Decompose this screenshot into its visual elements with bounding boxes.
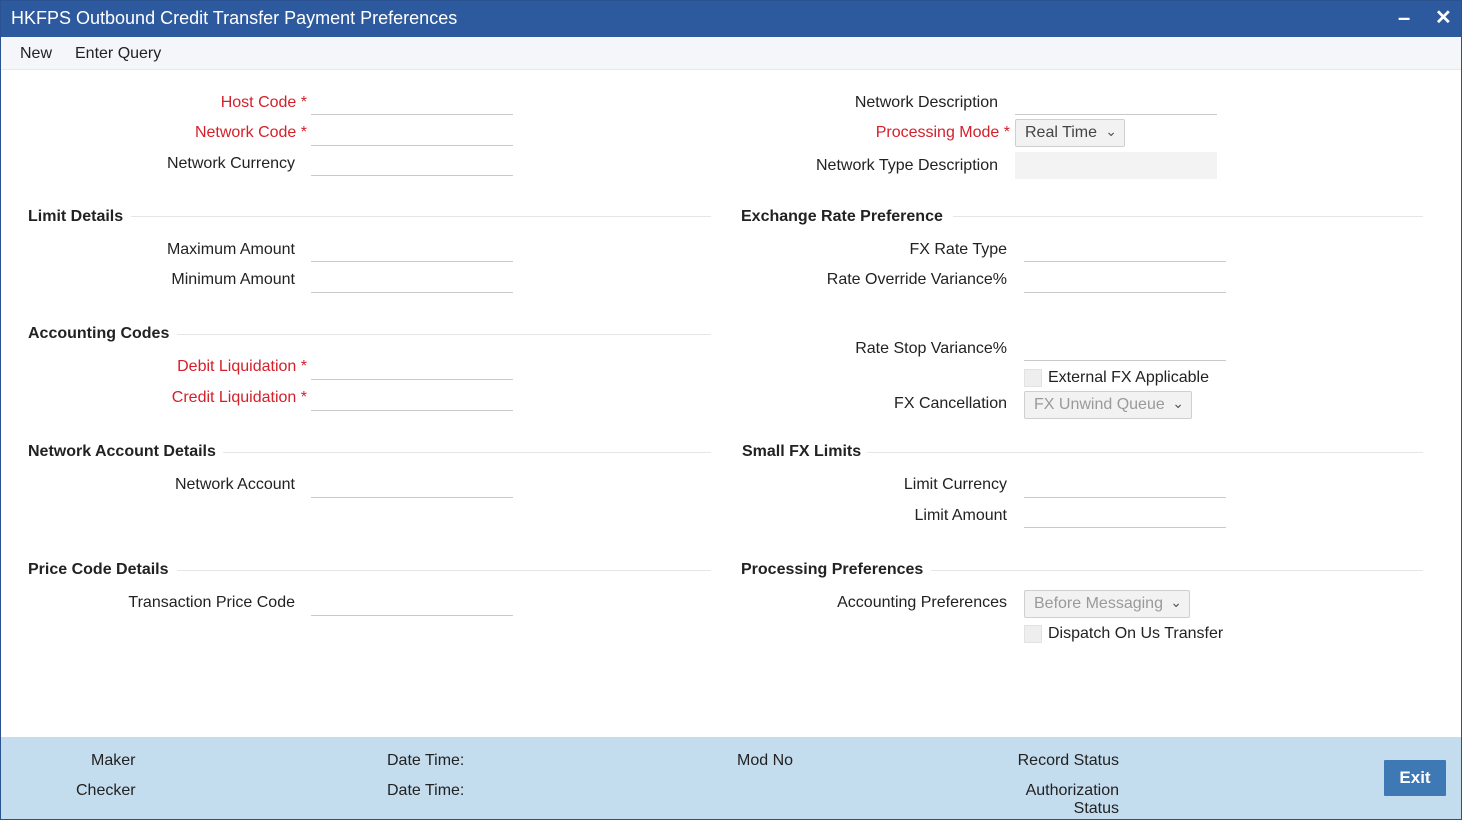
section-small-fx-limits: Small FX Limits <box>742 443 862 460</box>
external-fx-applicable-checkbox[interactable] <box>1024 369 1042 387</box>
section-exchange-rate-preference: Exchange Rate Preference <box>741 208 943 225</box>
rate-stop-variance-label: Rate Stop Variance% <box>855 340 1007 357</box>
network-code-input[interactable] <box>311 122 513 146</box>
limit-currency-label: Limit Currency <box>903 476 1007 493</box>
network-description-input[interactable] <box>1015 91 1217 115</box>
section-price-code-details: Price Code Details <box>28 561 169 578</box>
window-title: HKFPS Outbound Credit Transfer Payment P… <box>11 8 458 28</box>
accounting-preferences-value: Before Messaging <box>1034 595 1163 612</box>
menu-new[interactable]: New <box>20 45 52 63</box>
network-type-description-input <box>1015 152 1217 179</box>
mod-no-label: Mod No <box>737 752 794 769</box>
maximum-amount-input[interactable] <box>311 238 513 262</box>
host-code-label: Host Code * <box>220 94 307 111</box>
divider <box>223 452 711 453</box>
audit-footer: Maker Checker Date Time: Date Time: Mod … <box>1 737 1461 819</box>
transaction-price-code-label: Transaction Price Code <box>128 594 295 611</box>
chevron-down-icon: ⌄ <box>1105 123 1117 139</box>
chevron-down-icon: ⌄ <box>1172 395 1184 411</box>
record-status-label: Record Status <box>1017 752 1119 769</box>
debit-liquidation-input[interactable] <box>311 356 513 380</box>
maximum-amount-label: Maximum Amount <box>166 241 295 258</box>
exit-button[interactable]: Exit <box>1384 760 1446 796</box>
network-description-label: Network Description <box>854 94 998 111</box>
authorization-status-label-line1: Authorization <box>1025 782 1119 799</box>
credit-liquidation-input[interactable] <box>311 387 513 411</box>
divider <box>953 216 1423 217</box>
debit-liquidation-label: Debit Liquidation * <box>177 358 307 375</box>
minimize-icon[interactable]: – <box>1398 5 1410 31</box>
network-account-label: Network Account <box>174 476 295 493</box>
fx-cancellation-value: FX Unwind Queue <box>1034 396 1165 413</box>
rate-override-variance-label: Rate Override Variance% <box>826 271 1007 288</box>
external-fx-applicable-label: External FX Applicable <box>1048 369 1209 386</box>
fx-cancellation-label: FX Cancellation <box>894 395 1007 412</box>
maker-date-time-label: Date Time: <box>387 752 465 769</box>
minimum-amount-input[interactable] <box>311 269 513 293</box>
limit-currency-input[interactable] <box>1024 474 1226 498</box>
fx-rate-type-input[interactable] <box>1024 238 1226 262</box>
dispatch-on-us-transfer-checkbox[interactable] <box>1024 625 1042 643</box>
checker-date-time-label: Date Time: <box>387 782 465 799</box>
divider <box>867 452 1423 453</box>
network-currency-label: Network Currency <box>166 155 295 172</box>
minimum-amount-label: Minimum Amount <box>171 271 295 288</box>
app-window: HKFPS Outbound Credit Transfer Payment P… <box>0 0 1462 820</box>
divider <box>177 570 711 571</box>
title-bar: HKFPS Outbound Credit Transfer Payment P… <box>1 1 1461 37</box>
close-icon[interactable]: ✕ <box>1435 5 1452 31</box>
processing-mode-label: Processing Mode * <box>875 124 1010 141</box>
fx-rate-type-label: FX Rate Type <box>909 241 1007 258</box>
fx-cancellation-select[interactable]: FX Unwind Queue ⌄ <box>1024 391 1192 419</box>
transaction-price-code-input[interactable] <box>311 592 513 616</box>
accounting-preferences-label: Accounting Preferences <box>837 594 1007 611</box>
divider <box>177 334 711 335</box>
menu-bar: New Enter Query <box>1 37 1461 70</box>
network-code-label: Network Code * <box>194 124 307 141</box>
divider <box>131 216 711 217</box>
maker-label: Maker <box>91 752 136 769</box>
network-account-input[interactable] <box>311 474 513 498</box>
limit-amount-input[interactable] <box>1024 504 1226 528</box>
credit-liquidation-label: Credit Liquidation * <box>171 389 307 406</box>
checker-label: Checker <box>76 782 136 799</box>
authorization-status-label-line2: Status <box>1073 800 1119 817</box>
processing-mode-select[interactable]: Real Time ⌄ <box>1015 119 1125 147</box>
network-type-description-label: Network Type Description <box>816 157 998 174</box>
section-processing-preferences: Processing Preferences <box>741 561 924 578</box>
network-currency-input[interactable] <box>311 152 513 176</box>
section-accounting-codes: Accounting Codes <box>28 325 170 342</box>
host-code-input[interactable] <box>311 91 513 115</box>
divider <box>931 570 1423 571</box>
processing-mode-value: Real Time <box>1025 124 1098 141</box>
rate-override-variance-input[interactable] <box>1024 269 1226 293</box>
rate-stop-variance-input[interactable] <box>1024 337 1226 361</box>
dispatch-on-us-transfer-label: Dispatch On Us Transfer <box>1048 625 1224 642</box>
menu-enter-query[interactable]: Enter Query <box>75 45 161 63</box>
accounting-preferences-select[interactable]: Before Messaging ⌄ <box>1024 590 1190 618</box>
chevron-down-icon: ⌄ <box>1170 594 1182 610</box>
section-network-account-details: Network Account Details <box>28 443 216 460</box>
limit-amount-label: Limit Amount <box>914 507 1007 524</box>
section-limit-details: Limit Details <box>28 208 124 225</box>
